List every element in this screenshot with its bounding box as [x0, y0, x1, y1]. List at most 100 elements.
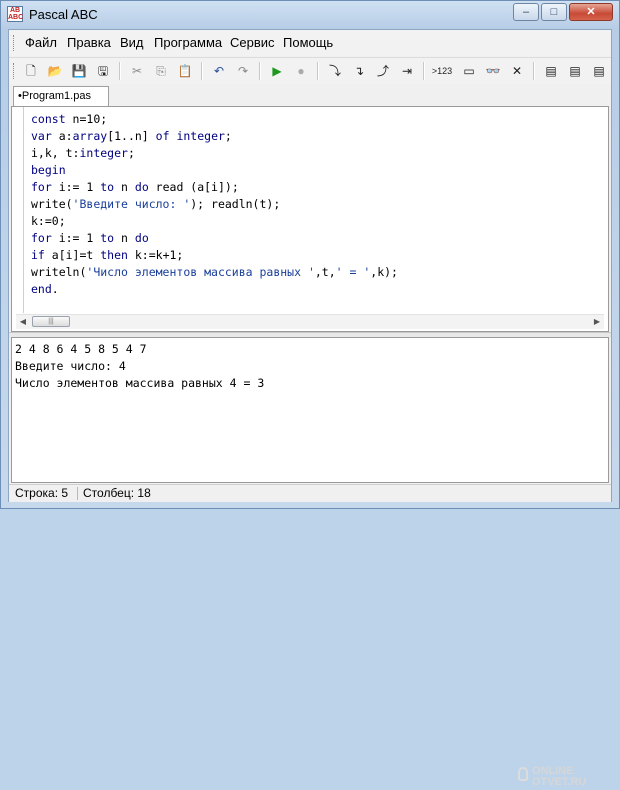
maximize-button[interactable]: □	[541, 3, 567, 21]
run-icon[interactable]: ▶	[267, 61, 287, 81]
code-token: n=10;	[65, 112, 108, 126]
code-keyword: if	[31, 248, 45, 262]
code-token: n	[114, 231, 135, 245]
code-keyword: integer	[176, 129, 225, 143]
code-keyword: end	[31, 282, 52, 296]
code-text[interactable]: const n=10; var a:array[1..n] of integer;…	[31, 111, 398, 298]
output-text: 2 4 8 6 4 5 8 5 4 7 Введите число: 4 Чис…	[15, 341, 264, 392]
code-line[interactable]: for i:= 1 to n do	[31, 230, 398, 247]
menu-grip[interactable]	[13, 35, 17, 51]
editor-gutter	[23, 107, 24, 313]
code-token: .	[51, 282, 59, 296]
code-line[interactable]: const n=10;	[31, 111, 398, 128]
menu-edit[interactable]: Правка	[67, 35, 111, 50]
code-keyword: array	[72, 129, 108, 143]
tab-program1[interactable]: •Program1.pas	[13, 86, 109, 106]
menu-service[interactable]: Сервис	[230, 35, 275, 50]
code-line[interactable]: if a[i]=t then k:=k+1;	[31, 247, 398, 264]
undo-icon[interactable]: ↶	[209, 61, 229, 81]
status-separator	[77, 487, 78, 500]
step-into-icon[interactable]: ⤵	[325, 61, 345, 81]
code-token: i:= 1	[51, 231, 101, 245]
toolbar-separator	[317, 62, 319, 80]
menu-program[interactable]: Программа	[154, 35, 222, 50]
minimize-button[interactable]: –	[513, 3, 539, 21]
status-row: Строка: 5	[15, 486, 69, 500]
watermark-line2: OTVET.RU	[532, 776, 587, 788]
code-token: ;	[224, 129, 232, 143]
redo-icon[interactable]: ↷	[233, 61, 253, 81]
tool-2-icon[interactable]: ▤	[565, 61, 585, 81]
open-file-icon[interactable]: 📂	[45, 61, 65, 81]
title-bar[interactable]: AB ABC Pascal ABC – □ ✕	[1, 1, 619, 29]
menu-view[interactable]: Вид	[120, 35, 144, 50]
tool-1-icon[interactable]: ▤	[541, 61, 561, 81]
tab-strip: •Program1.pas	[9, 84, 611, 106]
code-line[interactable]: for i:= 1 to n do read (a[i]);	[31, 179, 398, 196]
code-keyword: do	[134, 231, 149, 245]
scrollbar-thumb[interactable]: |||	[32, 316, 70, 327]
code-token: i,k, t:	[31, 146, 80, 160]
watermark: ONLINE OTVET.RU	[518, 765, 612, 790]
code-token: k:=0;	[31, 214, 66, 228]
code-line[interactable]: i,k, t:integer;	[31, 145, 398, 162]
output-line: Введите число: 4	[15, 359, 126, 373]
tool-3-icon[interactable]: ▤	[589, 61, 609, 81]
toolbar-separator	[259, 62, 261, 80]
copy-icon[interactable]: ⎘	[151, 61, 171, 81]
code-line[interactable]: write('Введите число: '); readln(t);	[31, 196, 398, 213]
toolbar-separator	[201, 62, 203, 80]
code-keyword: begin	[31, 163, 66, 177]
watch-icon[interactable]: 👓	[483, 61, 503, 81]
status-bar: Строка: 5 Столбец: 18	[9, 484, 611, 502]
code-line[interactable]: k:=0;	[31, 213, 398, 230]
cut-icon[interactable]: ✂	[127, 61, 147, 81]
code-line[interactable]: begin	[31, 162, 398, 179]
code-token: a:	[51, 129, 73, 143]
close-button[interactable]: ✕	[569, 3, 613, 21]
code-string: 'Число элементов массива равных '	[86, 265, 315, 279]
toolbar-separator	[533, 62, 535, 80]
code-keyword: to	[100, 231, 115, 245]
step-out-icon[interactable]: ⤴	[373, 61, 393, 81]
code-keyword: var	[31, 129, 52, 143]
code-token: i:= 1	[51, 180, 101, 194]
run-to-cursor-icon[interactable]: ⇥	[397, 61, 417, 81]
scroll-right-icon[interactable]: ▶	[590, 315, 604, 329]
code-line[interactable]: writeln('Число элементов массива равных …	[31, 264, 398, 281]
code-token: k:=k+1;	[127, 248, 184, 262]
client-area: Файл Правка Вид Программа Сервис Помощь …	[8, 29, 612, 788]
code-editor[interactable]: const n=10; var a:array[1..n] of integer;…	[11, 106, 609, 332]
code-keyword: integer	[79, 146, 128, 160]
format-code-icon[interactable]: >123	[429, 61, 455, 81]
menu-bar: Файл Правка Вид Программа Сервис Помощь	[9, 30, 611, 56]
horizontal-scrollbar[interactable]: ◀ ||| ▶	[16, 314, 604, 329]
code-keyword: do	[134, 180, 149, 194]
watermark-line1: ONLINE	[532, 765, 574, 777]
toolbar: 🗋 📂 💾 🖫 ✂ ⎘ 📋 ↶ ↷ ▶ ● ⤵ ↴ ⤴ ⇥ >123 ▭ 👓 ✕	[9, 57, 611, 85]
clear-icon[interactable]: ✕	[507, 61, 527, 81]
code-token: ,k);	[370, 265, 398, 279]
save-icon[interactable]: 💾	[69, 61, 89, 81]
app-icon: AB ABC	[7, 6, 24, 22]
paste-icon[interactable]: 📋	[175, 61, 195, 81]
code-keyword: for	[31, 180, 52, 194]
save-all-icon[interactable]: 🖫	[93, 61, 113, 81]
code-token: write(	[31, 197, 73, 211]
menu-help[interactable]: Помощь	[283, 35, 333, 50]
code-keyword: of	[155, 129, 170, 143]
step-over-icon[interactable]: ↴	[349, 61, 369, 81]
code-keyword: to	[100, 180, 115, 194]
scroll-left-icon[interactable]: ◀	[16, 315, 30, 329]
code-line[interactable]: end.	[31, 281, 398, 298]
menu-file[interactable]: Файл	[25, 35, 57, 50]
window-icon[interactable]: ▭	[459, 61, 479, 81]
new-file-icon[interactable]: 🗋	[21, 61, 41, 81]
code-line[interactable]: var a:array[1..n] of integer;	[31, 128, 398, 145]
stop-icon[interactable]: ●	[291, 61, 311, 81]
toolbar-grip[interactable]	[13, 63, 17, 79]
output-pane[interactable]: 2 4 8 6 4 5 8 5 4 7 Введите число: 4 Чис…	[11, 337, 609, 788]
status-column: Столбец: 18	[83, 486, 151, 500]
lightbulb-icon	[518, 767, 528, 781]
app-window: AB ABC Pascal ABC – □ ✕ Файл Правка Вид П…	[0, 0, 620, 788]
